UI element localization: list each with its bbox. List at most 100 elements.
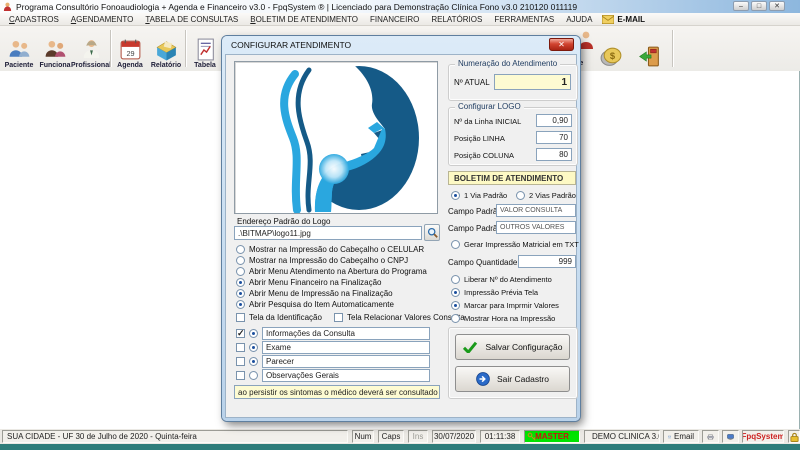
table-document-icon — [193, 37, 218, 62]
option-pesquisa-item[interactable]: Abrir Pesquisa do Item Automaticamente — [236, 300, 394, 309]
option-label: Abrir Menu Atendimento na Abertura do Pr… — [249, 267, 427, 276]
option-label: Liberar Nº do Atendimento — [464, 275, 552, 284]
toolbar-label: Tabela — [194, 62, 216, 69]
option-menu-atendimento[interactable]: Abrir Menu Atendimento na Abertura do Pr… — [236, 267, 427, 276]
svg-text:$: $ — [609, 51, 615, 61]
footer-note-field[interactable]: ao persistir os sintomas o médico deverá… — [234, 385, 440, 399]
dialog-titlebar[interactable]: CONFIGURAR ATENDIMENTO — [222, 36, 580, 54]
dialog-body: Endereço Padrão do Logo .\BITMAP\logo11.… — [225, 54, 577, 418]
status-time: 01:11:38 — [480, 430, 520, 443]
browse-logo-button[interactable] — [424, 224, 440, 241]
menu-relatorios[interactable]: RELATÓRIOS — [425, 15, 488, 24]
radio-icon — [249, 371, 258, 380]
radio-icon — [451, 288, 460, 297]
toolbar-label: Profissional — [71, 62, 111, 69]
posicao-coluna-field[interactable]: 80 — [536, 148, 572, 161]
exit-door-icon — [637, 44, 662, 69]
menu-cadastros[interactable]: CADASTROS — [3, 15, 65, 24]
sair-label: Sair Cadastro — [497, 374, 549, 384]
status-clinic-panel: DEMO CLINICA 3.0 — [584, 430, 660, 443]
configurar-logo-groupbox: Configurar LOGO Nº da Linha INICIAL 0,90… — [448, 107, 578, 166]
toolbar-label: Agenda — [117, 62, 143, 69]
status-user-panel: MASTER — [524, 430, 580, 443]
close-button[interactable]: ✕ — [769, 1, 785, 11]
option-celular[interactable]: Mostrar na Impressão do Cabeçalho o CELU… — [236, 245, 424, 254]
menu-tabela-de-consultas[interactable]: TABELA DE CONSULTAS — [139, 15, 244, 24]
status-printer-panel[interactable] — [702, 430, 719, 443]
check-tela-relacionar[interactable]: Tela Relacionar Valores Consulta — [334, 313, 465, 322]
menu-agendamento[interactable]: AGENDAMENTO — [65, 15, 140, 24]
section-text-field[interactable]: Exame — [262, 341, 430, 354]
section-row-observacoes[interactable]: Observações Gerais — [236, 369, 430, 382]
section-row-parecer[interactable]: Parecer — [236, 355, 430, 368]
salvar-configuracao-button[interactable]: Salvar Configuração — [455, 334, 570, 360]
campo-padrao-field-2[interactable]: OUTROS VALORES — [496, 221, 576, 234]
campo-padrao-field-1[interactable]: VALOR CONSULTA — [496, 204, 576, 217]
campo-quantidade-label: Campo Quantidade — [448, 258, 517, 267]
menu-ajuda[interactable]: AJUDA — [560, 15, 598, 24]
status-clinic: DEMO CLINICA 3.0 — [592, 432, 660, 441]
status-ins: Ins — [408, 430, 428, 443]
option-matricial-txt[interactable]: Gerar Impressão Matricial em TXT — [451, 240, 579, 249]
linha-inicial-field[interactable]: 0,90 — [536, 114, 572, 127]
toolbar-button-financeiro-coin[interactable]: $ — [594, 28, 628, 69]
option-2-vias-padrao[interactable]: 2 Vias Padrão — [516, 191, 576, 200]
minimize-button[interactable]: – — [733, 1, 749, 11]
section-row-exame[interactable]: Exame — [236, 341, 430, 354]
option-mostrar-hora[interactable]: Mostrar Hora na Impressão — [451, 314, 555, 323]
option-marcar-imprimir[interactable]: Marcar para Imprmir Valores — [451, 301, 559, 310]
option-liberar-numero[interactable]: Liberar Nº do Atendimento — [451, 275, 552, 284]
campo-quantidade-field[interactable]: 999 — [518, 255, 576, 268]
option-label: Tela Relacionar Valores Consulta — [347, 313, 465, 322]
toolbar-button-agenda[interactable]: 29 Agenda — [113, 28, 147, 69]
app-icon — [3, 2, 12, 11]
option-1-via-padrao[interactable]: 1 Via Padrão — [451, 191, 507, 200]
status-user: MASTER — [535, 432, 569, 441]
check-tela-identificacao[interactable]: Tela da Identificação — [236, 313, 322, 322]
option-menu-financeiro[interactable]: Abrir Menu Financeiro na Finalização — [236, 278, 382, 287]
doctor-icon — [79, 37, 104, 62]
status-brand: FpqSystem — [742, 430, 784, 443]
section-row-informacoes[interactable]: Informações da Consulta — [236, 327, 430, 340]
dialog-close-button[interactable]: ✕ — [549, 38, 574, 51]
status-caps: Caps — [378, 430, 404, 443]
option-cnpj[interactable]: Mostrar na Impressão do Cabeçalho o CNPJ — [236, 256, 408, 265]
section-text-field[interactable]: Observações Gerais — [262, 369, 430, 382]
status-computer-panel[interactable] — [722, 430, 739, 443]
radio-icon — [236, 300, 245, 309]
option-label: Abrir Menu de Impressão na Finalização — [249, 289, 393, 298]
toolbar-button-funcionaria[interactable]: Funciona — [38, 28, 72, 69]
email-icon — [602, 15, 614, 24]
toolbar-button-profissional[interactable]: Profissional — [74, 28, 108, 69]
menu-email[interactable]: E-MAIL — [598, 15, 649, 24]
menu-boletim-de-atendimento[interactable]: BOLETIM DE ATENDIMENTO — [244, 15, 364, 24]
toolbar-button-sair-exit[interactable] — [632, 28, 666, 69]
checkbox-icon — [334, 313, 343, 322]
posicao-linha-field[interactable]: 70 — [536, 131, 572, 144]
blue-arrow-icon — [476, 372, 490, 386]
checkbox-icon — [236, 343, 245, 352]
toolbar-button-paciente[interactable]: Paciente — [2, 28, 36, 69]
option-impressao-previa[interactable]: Impressão Prévia Tela — [451, 288, 538, 297]
padlock-icon — [790, 432, 799, 442]
option-label: Mostrar na Impressão do Cabeçalho o CELU… — [249, 245, 424, 254]
posicao-coluna-label: Posição COLUNA — [454, 151, 514, 160]
section-text-field[interactable]: Parecer — [262, 355, 430, 368]
magnifier-icon — [427, 227, 438, 238]
option-menu-impressao[interactable]: Abrir Menu de Impressão na Finalização — [236, 289, 393, 298]
sair-cadastro-button[interactable]: Sair Cadastro — [455, 366, 570, 392]
key-icon — [527, 432, 536, 441]
menu-financeiro[interactable]: FINANCEIRO — [364, 15, 425, 24]
radio-icon — [451, 314, 460, 323]
computer-icon — [727, 432, 734, 442]
option-label: Mostrar Hora na Impressão — [464, 314, 555, 323]
section-text-field[interactable]: Informações da Consulta — [262, 327, 430, 340]
menu-ferramentas[interactable]: FERRAMENTAS — [488, 15, 560, 24]
toolbar-button-tabela[interactable]: Tabela — [188, 28, 222, 69]
num-atual-field[interactable]: 1 — [494, 74, 571, 90]
maximize-button[interactable]: □ — [751, 1, 767, 11]
radio-icon — [451, 191, 460, 200]
toolbar-button-relatorio[interactable]: Relatório — [149, 28, 183, 69]
logo-path-input[interactable]: .\BITMAP\logo11.jpg — [234, 226, 422, 240]
status-email-panel[interactable]: Email — [663, 430, 699, 443]
